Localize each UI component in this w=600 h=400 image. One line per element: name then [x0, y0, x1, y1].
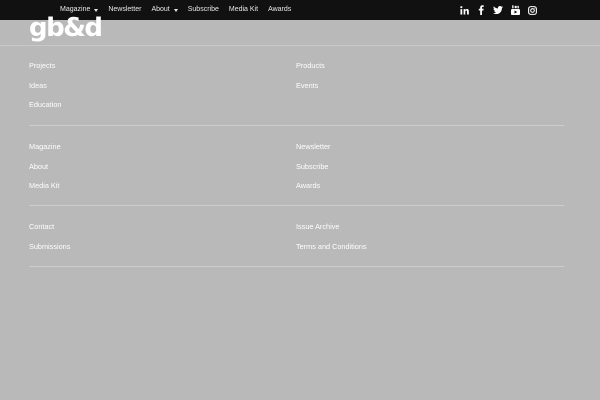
facebook-icon[interactable]: [475, 0, 487, 20]
link-ideas[interactable]: Ideas: [29, 76, 61, 96]
footer-column-left: Magazine About Media Kit: [29, 137, 61, 196]
link-contact[interactable]: Contact: [29, 217, 70, 237]
link-terms-and-conditions[interactable]: Terms and Conditions: [296, 237, 367, 257]
link-newsletter[interactable]: Newsletter: [296, 137, 330, 157]
instagram-icon[interactable]: [526, 0, 538, 20]
link-awards[interactable]: Awards: [296, 176, 330, 196]
nav-newsletter[interactable]: Newsletter: [108, 0, 141, 20]
link-subscribe[interactable]: Subscribe: [296, 157, 330, 177]
nav-label: Media Kit: [228, 6, 259, 13]
footer-column-right: Newsletter Subscribe Awards: [296, 137, 330, 196]
footer-section-3: Contact Submissions Issue Archive Terms …: [29, 206, 564, 267]
link-products[interactable]: Products: [296, 56, 325, 76]
link-education[interactable]: Education: [29, 95, 61, 115]
nav-label: Subscribe: [187, 6, 219, 13]
link-issue-archive[interactable]: Issue Archive: [296, 217, 367, 237]
nav-label: Newsletter: [108, 6, 142, 13]
nav-label: Awards: [268, 6, 292, 13]
nav-subscribe[interactable]: Subscribe: [188, 0, 219, 20]
nav-awards[interactable]: Awards: [268, 0, 291, 20]
youtube-icon[interactable]: [509, 0, 521, 20]
link-about[interactable]: About: [29, 157, 61, 177]
footer-column-left: Projects Ideas Education: [29, 56, 61, 115]
link-projects[interactable]: Projects: [29, 56, 61, 76]
link-media-kit[interactable]: Media Kit: [29, 176, 61, 196]
footer-sections: Projects Ideas Education Products Events…: [29, 46, 564, 267]
link-events[interactable]: Events: [296, 76, 325, 96]
link-magazine[interactable]: Magazine: [29, 137, 61, 157]
chevron-down-icon: [94, 8, 99, 12]
nav-media-kit[interactable]: Media Kit: [229, 0, 258, 20]
social-links: [453, 0, 538, 20]
site-logo[interactable]: gb&d: [29, 14, 103, 42]
logo-bar: gb&d: [0, 14, 600, 46]
nav-label: About: [151, 6, 170, 13]
linkedin-icon[interactable]: [458, 0, 470, 20]
footer-section-1: Projects Ideas Education Products Events: [29, 46, 564, 126]
footer-column-right: Issue Archive Terms and Conditions: [296, 217, 367, 256]
link-submissions[interactable]: Submissions: [29, 237, 70, 257]
footer-column-left: Contact Submissions: [29, 217, 70, 256]
twitter-icon[interactable]: [492, 0, 504, 20]
footer-section-2: Magazine About Media Kit Newsletter Subs…: [29, 126, 564, 206]
chevron-down-icon: [173, 8, 178, 12]
nav-about[interactable]: About: [151, 0, 178, 20]
footer-column-right: Products Events: [296, 56, 325, 95]
